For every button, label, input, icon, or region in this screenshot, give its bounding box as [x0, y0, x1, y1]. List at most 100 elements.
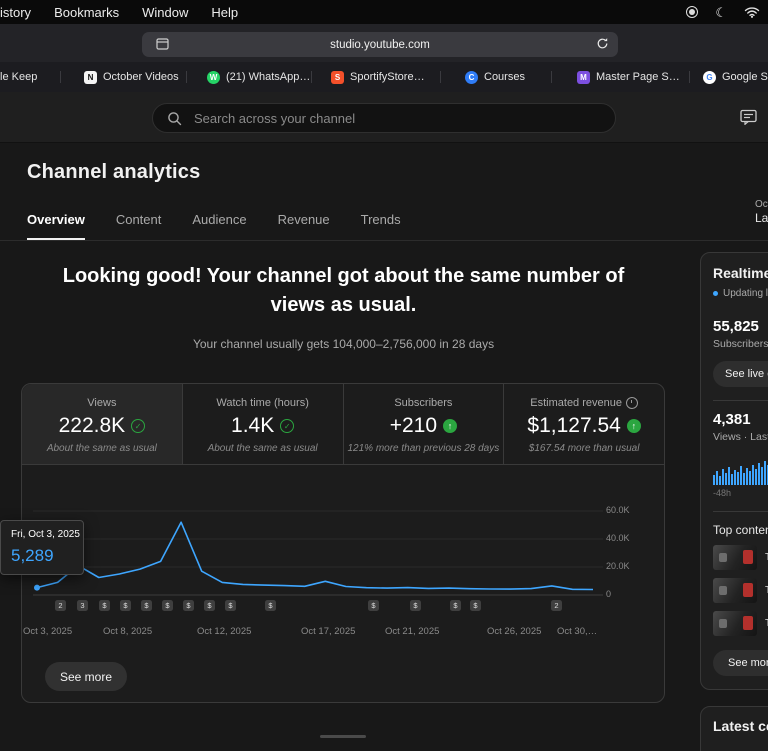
bookmark-whatsapp[interactable]: W (21) WhatsApp…	[207, 62, 310, 92]
monetization-marker[interactable]: $	[183, 600, 194, 611]
metric-watch-time[interactable]: Watch time (hours) 1.4K ✓ About the same…	[183, 384, 344, 464]
bookmark-label: (21) WhatsApp…	[226, 71, 311, 83]
realtime-title: Realtime	[713, 265, 768, 281]
top-content-row[interactable]: T	[713, 611, 768, 636]
wifi-icon[interactable]	[744, 6, 760, 18]
bookmark-google-keep[interactable]: le Keep	[0, 62, 37, 92]
tabs-divider	[0, 240, 768, 241]
bookmark-separator	[60, 71, 61, 83]
x-tick-label: Oct 17, 2025	[301, 626, 356, 637]
bookmark-separator	[186, 71, 187, 83]
monetization-marker[interactable]: $	[470, 600, 481, 611]
monetization-marker[interactable]: $	[99, 600, 110, 611]
tooltip-date: Fri, Oct 3, 2025	[11, 529, 80, 540]
x-tick-label: Oct 26, 2025	[487, 626, 542, 637]
up-arrow-icon: ↑	[443, 419, 458, 433]
realtime-subscribers-label: Subscribers	[713, 338, 768, 350]
metric-value: +210 ↑	[390, 414, 458, 438]
metric-subscribers[interactable]: Subscribers +210 ↑ 121% more than previo…	[344, 384, 505, 464]
monetization-marker[interactable]: $	[225, 600, 236, 611]
bookmark-separator	[311, 71, 312, 83]
views-line-chart[interactable]	[33, 498, 603, 598]
bookmark-label: Google Se…	[722, 71, 768, 83]
latest-comments-card: Latest co	[700, 706, 768, 751]
live-dot-icon	[713, 291, 718, 296]
bookmark-separator	[551, 71, 552, 83]
reload-icon[interactable]	[596, 37, 609, 53]
tooltip-value: 5,289	[11, 546, 54, 565]
courses-icon: C	[465, 70, 478, 84]
bookmark-courses[interactable]: C Courses	[465, 62, 525, 92]
menu-window[interactable]: Window	[142, 5, 188, 20]
monetization-marker[interactable]: $	[450, 600, 461, 611]
video-published-marker[interactable]: 2	[551, 600, 562, 611]
screen-record-icon[interactable]	[686, 6, 699, 18]
realtime-axis-label: -48h	[713, 488, 732, 498]
moon-icon[interactable]: ☾	[715, 6, 727, 19]
date-range-picker[interactable]: Oct La	[755, 198, 768, 225]
metric-views[interactable]: Views 222.8K ✓ About the same as usual	[22, 384, 183, 464]
bookmark-label: Master Page S…	[596, 71, 680, 83]
bookmark-label: le Keep	[0, 71, 38, 83]
bookmark-separator	[440, 71, 441, 83]
monetization-marker[interactable]: $	[141, 600, 152, 611]
monetization-marker[interactable]: $	[162, 600, 173, 611]
realtime-bar-chart[interactable]	[713, 451, 768, 485]
chart-tooltip: Fri, Oct 3, 2025 5,289	[0, 520, 84, 575]
bookmark-separator	[689, 71, 690, 83]
bookmark-sportifystore[interactable]: S SportifyStore…	[331, 62, 425, 92]
address-bar[interactable]: studio.youtube.com	[142, 32, 618, 57]
monetization-marker[interactable]: $	[368, 600, 379, 611]
master-page-icon: M	[577, 70, 590, 84]
realtime-views-count: 4,381	[713, 411, 751, 428]
metric-value: $1,127.54 ↑	[527, 414, 641, 438]
bookmark-october-videos[interactable]: N October Videos	[84, 62, 179, 92]
page-settings-icon[interactable]	[156, 38, 169, 53]
date-range-text: Oct	[755, 199, 768, 210]
see-live-count-button[interactable]: See live c	[713, 361, 768, 387]
bookmark-label: Courses	[484, 71, 525, 83]
see-more-button[interactable]: See more	[45, 662, 128, 691]
video-thumbnail	[713, 578, 757, 603]
y-tick-label: 20.0K	[606, 561, 630, 571]
url-text: studio.youtube.com	[330, 38, 430, 51]
metric-note: $167.54 more than usual	[528, 443, 640, 454]
tab-audience[interactable]: Audience	[192, 212, 246, 240]
monetization-marker[interactable]: $	[410, 600, 421, 611]
channel-search[interactable]	[152, 103, 616, 133]
clock-icon	[625, 397, 638, 409]
bookmark-master-page[interactable]: M Master Page S…	[577, 62, 680, 92]
realtime-see-more-button[interactable]: See more	[713, 650, 768, 676]
search-input[interactable]	[192, 109, 586, 127]
top-content-title: Top content	[713, 523, 768, 537]
menu-history[interactable]: istory	[0, 5, 31, 20]
tab-content[interactable]: Content	[116, 212, 162, 240]
tab-overview[interactable]: Overview	[27, 212, 85, 240]
browser-toolbar: studio.youtube.com	[0, 24, 768, 62]
scroll-indicator[interactable]	[320, 735, 366, 738]
realtime-card: Realtime Updating li 55,825 Subscribers …	[700, 252, 768, 690]
page-title: Channel analytics	[27, 161, 201, 183]
divider	[713, 511, 768, 512]
monetization-marker[interactable]: $	[204, 600, 215, 611]
realtime-updating: Updating li	[713, 288, 768, 299]
bookmark-google-search[interactable]: G Google Se…	[703, 62, 768, 92]
video-thumbnail	[713, 611, 757, 636]
metric-estimated-revenue[interactable]: Estimated revenue $1,127.54 ↑ $167.54 mo…	[504, 384, 664, 464]
menu-bookmarks[interactable]: Bookmarks	[54, 5, 119, 20]
top-content-row[interactable]: T	[713, 578, 768, 603]
monetization-marker[interactable]: $	[265, 600, 276, 611]
bookmark-label: October Videos	[103, 71, 179, 83]
feedback-icon[interactable]	[740, 109, 757, 130]
date-range-preset: La	[755, 211, 768, 225]
top-content-row[interactable]: T	[713, 545, 768, 570]
tab-revenue[interactable]: Revenue	[278, 212, 330, 240]
video-published-marker[interactable]: 3	[77, 600, 88, 611]
menu-help[interactable]: Help	[211, 5, 238, 20]
monetization-marker[interactable]: $	[120, 600, 131, 611]
tab-trends[interactable]: Trends	[361, 212, 401, 240]
y-tick-label: 40.0K	[606, 533, 630, 543]
check-circle-icon: ✓	[131, 419, 146, 433]
video-published-marker[interactable]: 2	[55, 600, 66, 611]
summary-headline: Looking good! Your channel got about the…	[62, 265, 625, 316]
